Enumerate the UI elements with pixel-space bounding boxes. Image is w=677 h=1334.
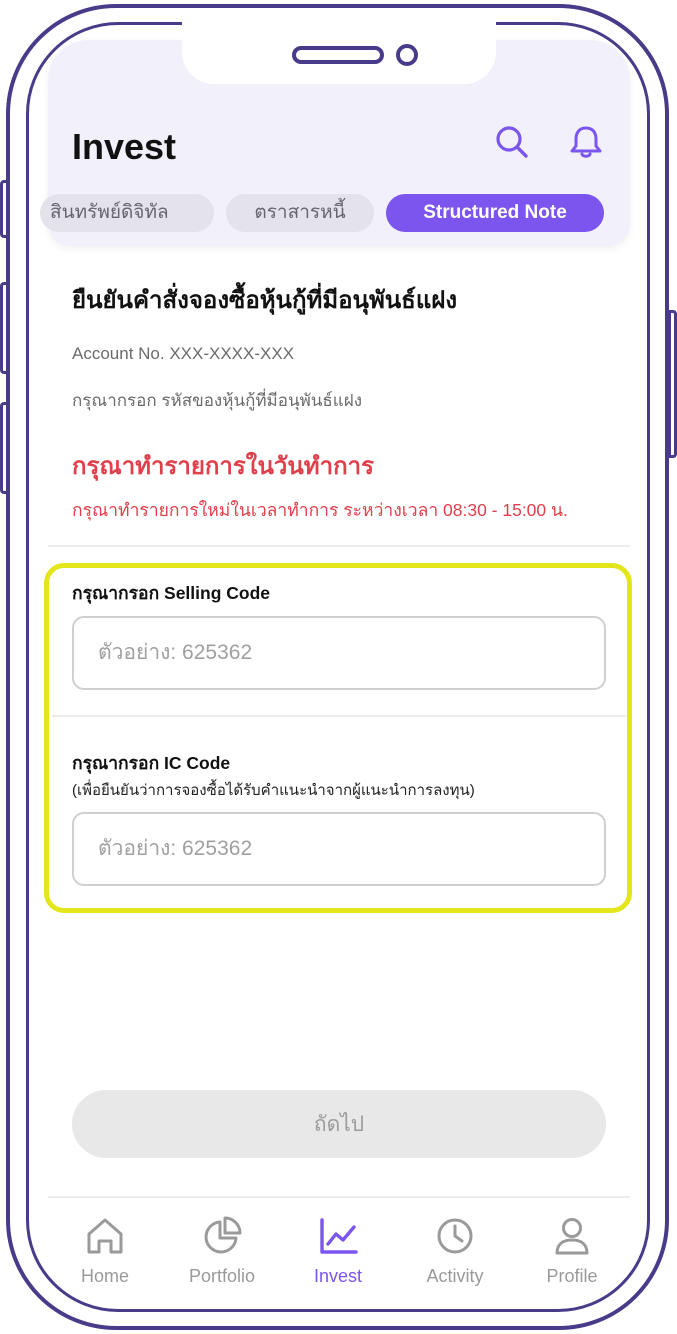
tab-structured-note[interactable]: Structured Note xyxy=(386,194,604,232)
divider xyxy=(48,1196,630,1198)
warning-title: กรุณาทำรายการในวันทำการ xyxy=(72,453,374,480)
selling-code-input[interactable] xyxy=(72,616,606,690)
nav-invest[interactable]: Invest xyxy=(280,1214,396,1290)
nav-home-label: Home xyxy=(80,1266,129,1286)
phone-speaker xyxy=(292,46,384,64)
notification-button[interactable] xyxy=(566,122,606,162)
tab-digital-assets[interactable]: สินทรัพย์ดิจิทัล xyxy=(40,194,214,232)
tab-bonds[interactable]: ตราสารหนี้ xyxy=(226,194,374,232)
home-icon xyxy=(87,1218,123,1254)
ic-code-note: (เพื่อยืนยันว่าการจองซื้อได้รับคำแนะนำจา… xyxy=(72,782,475,799)
warning-text: กรุณาทำรายการใหม่ในเวลาทำการ ระหว่างเวลา… xyxy=(72,500,568,520)
user-icon xyxy=(555,1218,589,1255)
nav-home[interactable]: Home xyxy=(47,1214,163,1290)
trend-chart-icon xyxy=(320,1218,358,1254)
nav-activity[interactable]: Activity xyxy=(397,1214,513,1290)
phone-camera xyxy=(396,44,418,66)
selling-code-label: กรุณากรอก Selling Code xyxy=(72,583,271,603)
divider xyxy=(52,715,626,717)
instruction-text: กรุณากรอก รหัสของหุ้นกู้ที่มีอนุพันธ์แฝง xyxy=(72,391,363,410)
page-title: Invest xyxy=(72,126,177,167)
account-number: Account No. XXX-XXXX-XXX xyxy=(72,344,295,363)
clock-icon xyxy=(437,1218,473,1254)
next-button[interactable]: ถัดไป xyxy=(72,1090,606,1158)
nav-activity-label: Activity xyxy=(426,1266,484,1286)
nav-portfolio[interactable]: Portfolio xyxy=(164,1214,280,1290)
nav-profile-label: Profile xyxy=(546,1266,598,1286)
ic-code-label: กรุณากรอก IC Code xyxy=(72,753,231,773)
search-button[interactable] xyxy=(492,122,532,162)
phone-power-button xyxy=(668,310,677,458)
bell-icon xyxy=(570,126,602,158)
category-tabs: สินทรัพย์ดิจิทัล ตราสารหนี้ Structured N… xyxy=(0,194,677,234)
nav-invest-label: Invest xyxy=(313,1266,363,1286)
nav-portfolio-label: Portfolio xyxy=(188,1266,256,1286)
search-icon xyxy=(496,126,528,158)
divider xyxy=(48,545,630,547)
nav-profile[interactable]: Profile xyxy=(514,1214,630,1290)
pie-chart-icon xyxy=(204,1216,242,1254)
content-title: ยืนยันคำสั่งจองซื้อหุ้นกู้ที่มีอนุพันธ์แ… xyxy=(72,287,458,314)
ic-code-input[interactable] xyxy=(72,812,606,886)
